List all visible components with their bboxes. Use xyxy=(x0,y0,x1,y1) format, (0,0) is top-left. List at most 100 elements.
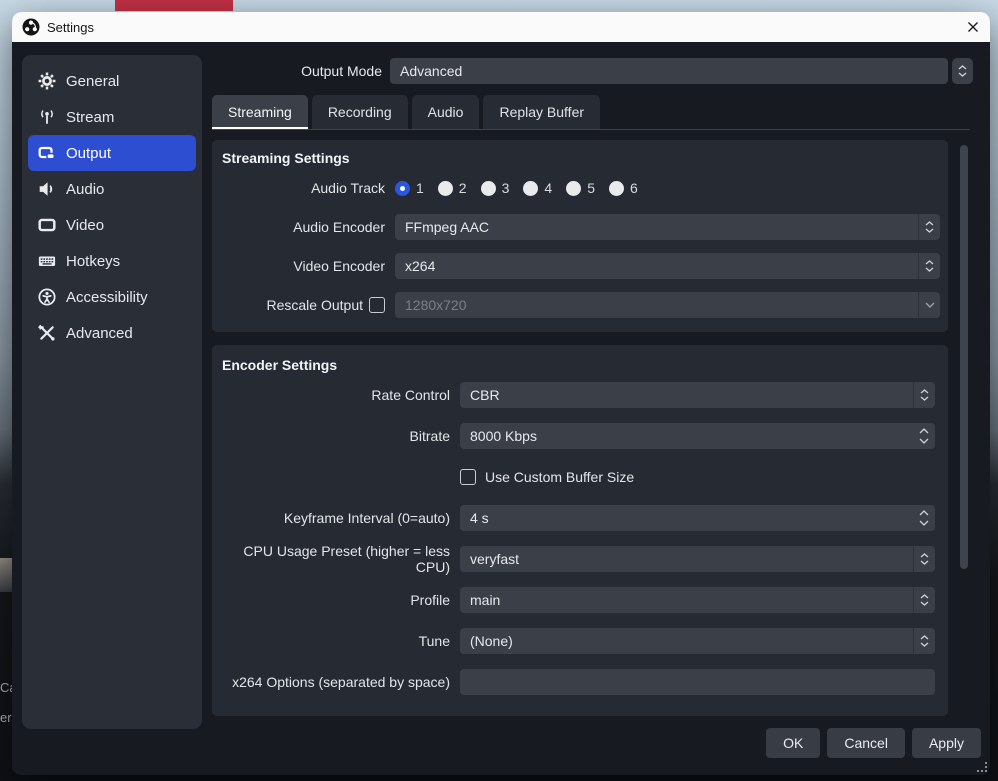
tune-label: Tune xyxy=(212,633,450,649)
audio-track-radio-6[interactable]: 6 xyxy=(609,180,638,196)
scrollbar-track[interactable] xyxy=(960,143,968,727)
keyframe-interval-row: Keyframe Interval (0=auto) 4 s xyxy=(212,505,948,531)
chevron-up-icon xyxy=(920,635,929,640)
scrollbar-thumb[interactable] xyxy=(960,145,968,569)
chevron-up-icon xyxy=(919,510,929,516)
audio-encoder-row: Audio Encoder FFmpeg AAC xyxy=(212,214,948,240)
cpu-usage-preset-select[interactable]: veryfast xyxy=(460,546,935,572)
audio-track-row: Audio Track 1 2 3 4 5 6 xyxy=(212,175,948,201)
tools-icon xyxy=(38,324,56,342)
audio-track-radio-4[interactable]: 4 xyxy=(523,180,552,196)
tune-select[interactable]: (None) xyxy=(460,628,935,654)
chevron-up-icon xyxy=(920,594,929,599)
obs-logo-icon xyxy=(22,18,40,36)
use-custom-buffer-checkbox[interactable] xyxy=(460,469,476,485)
audio-track-radio-3[interactable]: 3 xyxy=(481,180,510,196)
cpu-usage-preset-row: CPU Usage Preset (higher = less CPU) ver… xyxy=(212,546,948,572)
cancel-button[interactable]: Cancel xyxy=(827,728,905,758)
bitrate-row: Bitrate 8000 Kbps xyxy=(212,423,948,449)
chevron-up-icon xyxy=(958,65,967,70)
chevron-down-icon xyxy=(919,520,929,526)
sidebar-item-hotkeys[interactable]: Hotkeys xyxy=(28,243,196,279)
cpu-usage-preset-label: CPU Usage Preset (higher = less CPU) xyxy=(212,543,450,575)
chevron-down-icon xyxy=(920,396,929,401)
video-encoder-row: Video Encoder x264 xyxy=(212,253,948,279)
bitrate-label: Bitrate xyxy=(212,428,450,444)
sidebar-item-label: Accessibility xyxy=(66,289,148,306)
sidebar-item-audio[interactable]: Audio xyxy=(28,171,196,207)
audio-track-radio-5[interactable]: 5 xyxy=(566,180,595,196)
audio-encoder-label: Audio Encoder xyxy=(212,219,385,235)
sidebar-item-accessibility[interactable]: Accessibility xyxy=(28,279,196,315)
keyboard-icon xyxy=(38,252,56,270)
sidebar-item-label: Audio xyxy=(66,181,104,198)
radio-icon xyxy=(481,181,496,196)
x264-options-input[interactable] xyxy=(460,669,935,695)
output-mode-label: Output Mode xyxy=(252,58,382,84)
accessibility-icon xyxy=(38,288,56,306)
profile-label: Profile xyxy=(212,592,450,608)
streaming-settings-section: Streaming Settings Audio Track 1 2 3 4 5… xyxy=(212,140,948,332)
background-text-fragment: er xyxy=(0,710,12,725)
rate-control-row: Rate Control CBR xyxy=(212,382,948,408)
audio-track-label: Audio Track xyxy=(212,180,385,196)
output-tabs: Streaming Recording Audio Replay Buffer xyxy=(212,95,970,130)
sidebar-item-advanced[interactable]: Advanced xyxy=(28,315,196,351)
chevron-down-icon xyxy=(919,438,929,444)
chevron-down-icon xyxy=(920,560,929,565)
close-button[interactable] xyxy=(956,12,990,42)
radio-icon xyxy=(438,181,453,196)
sidebar-item-label: Hotkeys xyxy=(66,253,120,270)
video-encoder-select[interactable]: x264 xyxy=(395,253,940,279)
resize-grip[interactable] xyxy=(977,762,987,772)
tab-audio[interactable]: Audio xyxy=(412,95,480,129)
background-preview-fragment xyxy=(0,558,12,592)
radio-icon xyxy=(609,181,624,196)
sidebar-item-label: Video xyxy=(66,217,104,234)
speaker-icon xyxy=(38,180,56,198)
tab-replay-buffer[interactable]: Replay Buffer xyxy=(483,95,600,129)
rescale-output-label: Rescale Output xyxy=(267,297,364,313)
audio-encoder-select[interactable]: FFmpeg AAC xyxy=(395,214,940,240)
x264-options-row: x264 Options (separated by space) xyxy=(212,669,948,695)
sidebar-item-video[interactable]: Video xyxy=(28,207,196,243)
video-encoder-label: Video Encoder xyxy=(212,258,385,274)
chevron-down-icon xyxy=(925,267,934,272)
output-mode-value: Advanced xyxy=(390,63,948,79)
sidebar-item-label: General xyxy=(66,73,119,90)
profile-select[interactable]: main xyxy=(460,587,935,613)
tab-streaming[interactable]: Streaming xyxy=(212,95,308,129)
keyframe-interval-spinbox[interactable]: 4 s xyxy=(460,505,935,531)
tune-row: Tune (None) xyxy=(212,628,948,654)
audio-track-radio-group: 1 2 3 4 5 6 xyxy=(395,180,638,196)
chevron-up-icon xyxy=(920,553,929,558)
section-title: Streaming Settings xyxy=(222,150,948,166)
screen: Ca er Settings xyxy=(0,0,998,781)
keyframe-interval-label: Keyframe Interval (0=auto) xyxy=(212,510,450,526)
output-mode-spinner[interactable] xyxy=(952,58,973,84)
encoder-settings-section: Encoder Settings Rate Control CBR Bitrat… xyxy=(212,345,948,716)
monitor-icon xyxy=(38,216,56,234)
audio-track-radio-1[interactable]: 1 xyxy=(395,180,424,196)
rescale-resolution-select[interactable]: 1280x720 xyxy=(395,292,940,318)
chevron-down-icon xyxy=(925,302,935,308)
ok-button[interactable]: OK xyxy=(766,728,820,758)
radio-checked-icon xyxy=(395,181,410,196)
use-custom-buffer-label: Use Custom Buffer Size xyxy=(485,469,634,485)
sidebar-item-output[interactable]: Output xyxy=(28,135,196,171)
chevron-down-icon xyxy=(920,601,929,606)
tab-recording[interactable]: Recording xyxy=(312,95,408,129)
output-icon xyxy=(38,144,56,162)
sidebar-item-general[interactable]: General xyxy=(28,63,196,99)
output-mode-select[interactable]: Advanced xyxy=(390,58,948,84)
apply-button[interactable]: Apply xyxy=(912,728,981,758)
sidebar: General Stream Output Audio xyxy=(22,55,202,729)
audio-track-radio-2[interactable]: 2 xyxy=(438,180,467,196)
bitrate-spinbox[interactable]: 8000 Kbps xyxy=(460,423,935,449)
titlebar: Settings xyxy=(12,12,990,42)
sidebar-item-stream[interactable]: Stream xyxy=(28,99,196,135)
section-title: Encoder Settings xyxy=(222,357,948,373)
rescale-output-checkbox[interactable] xyxy=(369,297,385,313)
chevron-down-icon xyxy=(920,642,929,647)
rate-control-select[interactable]: CBR xyxy=(460,382,935,408)
